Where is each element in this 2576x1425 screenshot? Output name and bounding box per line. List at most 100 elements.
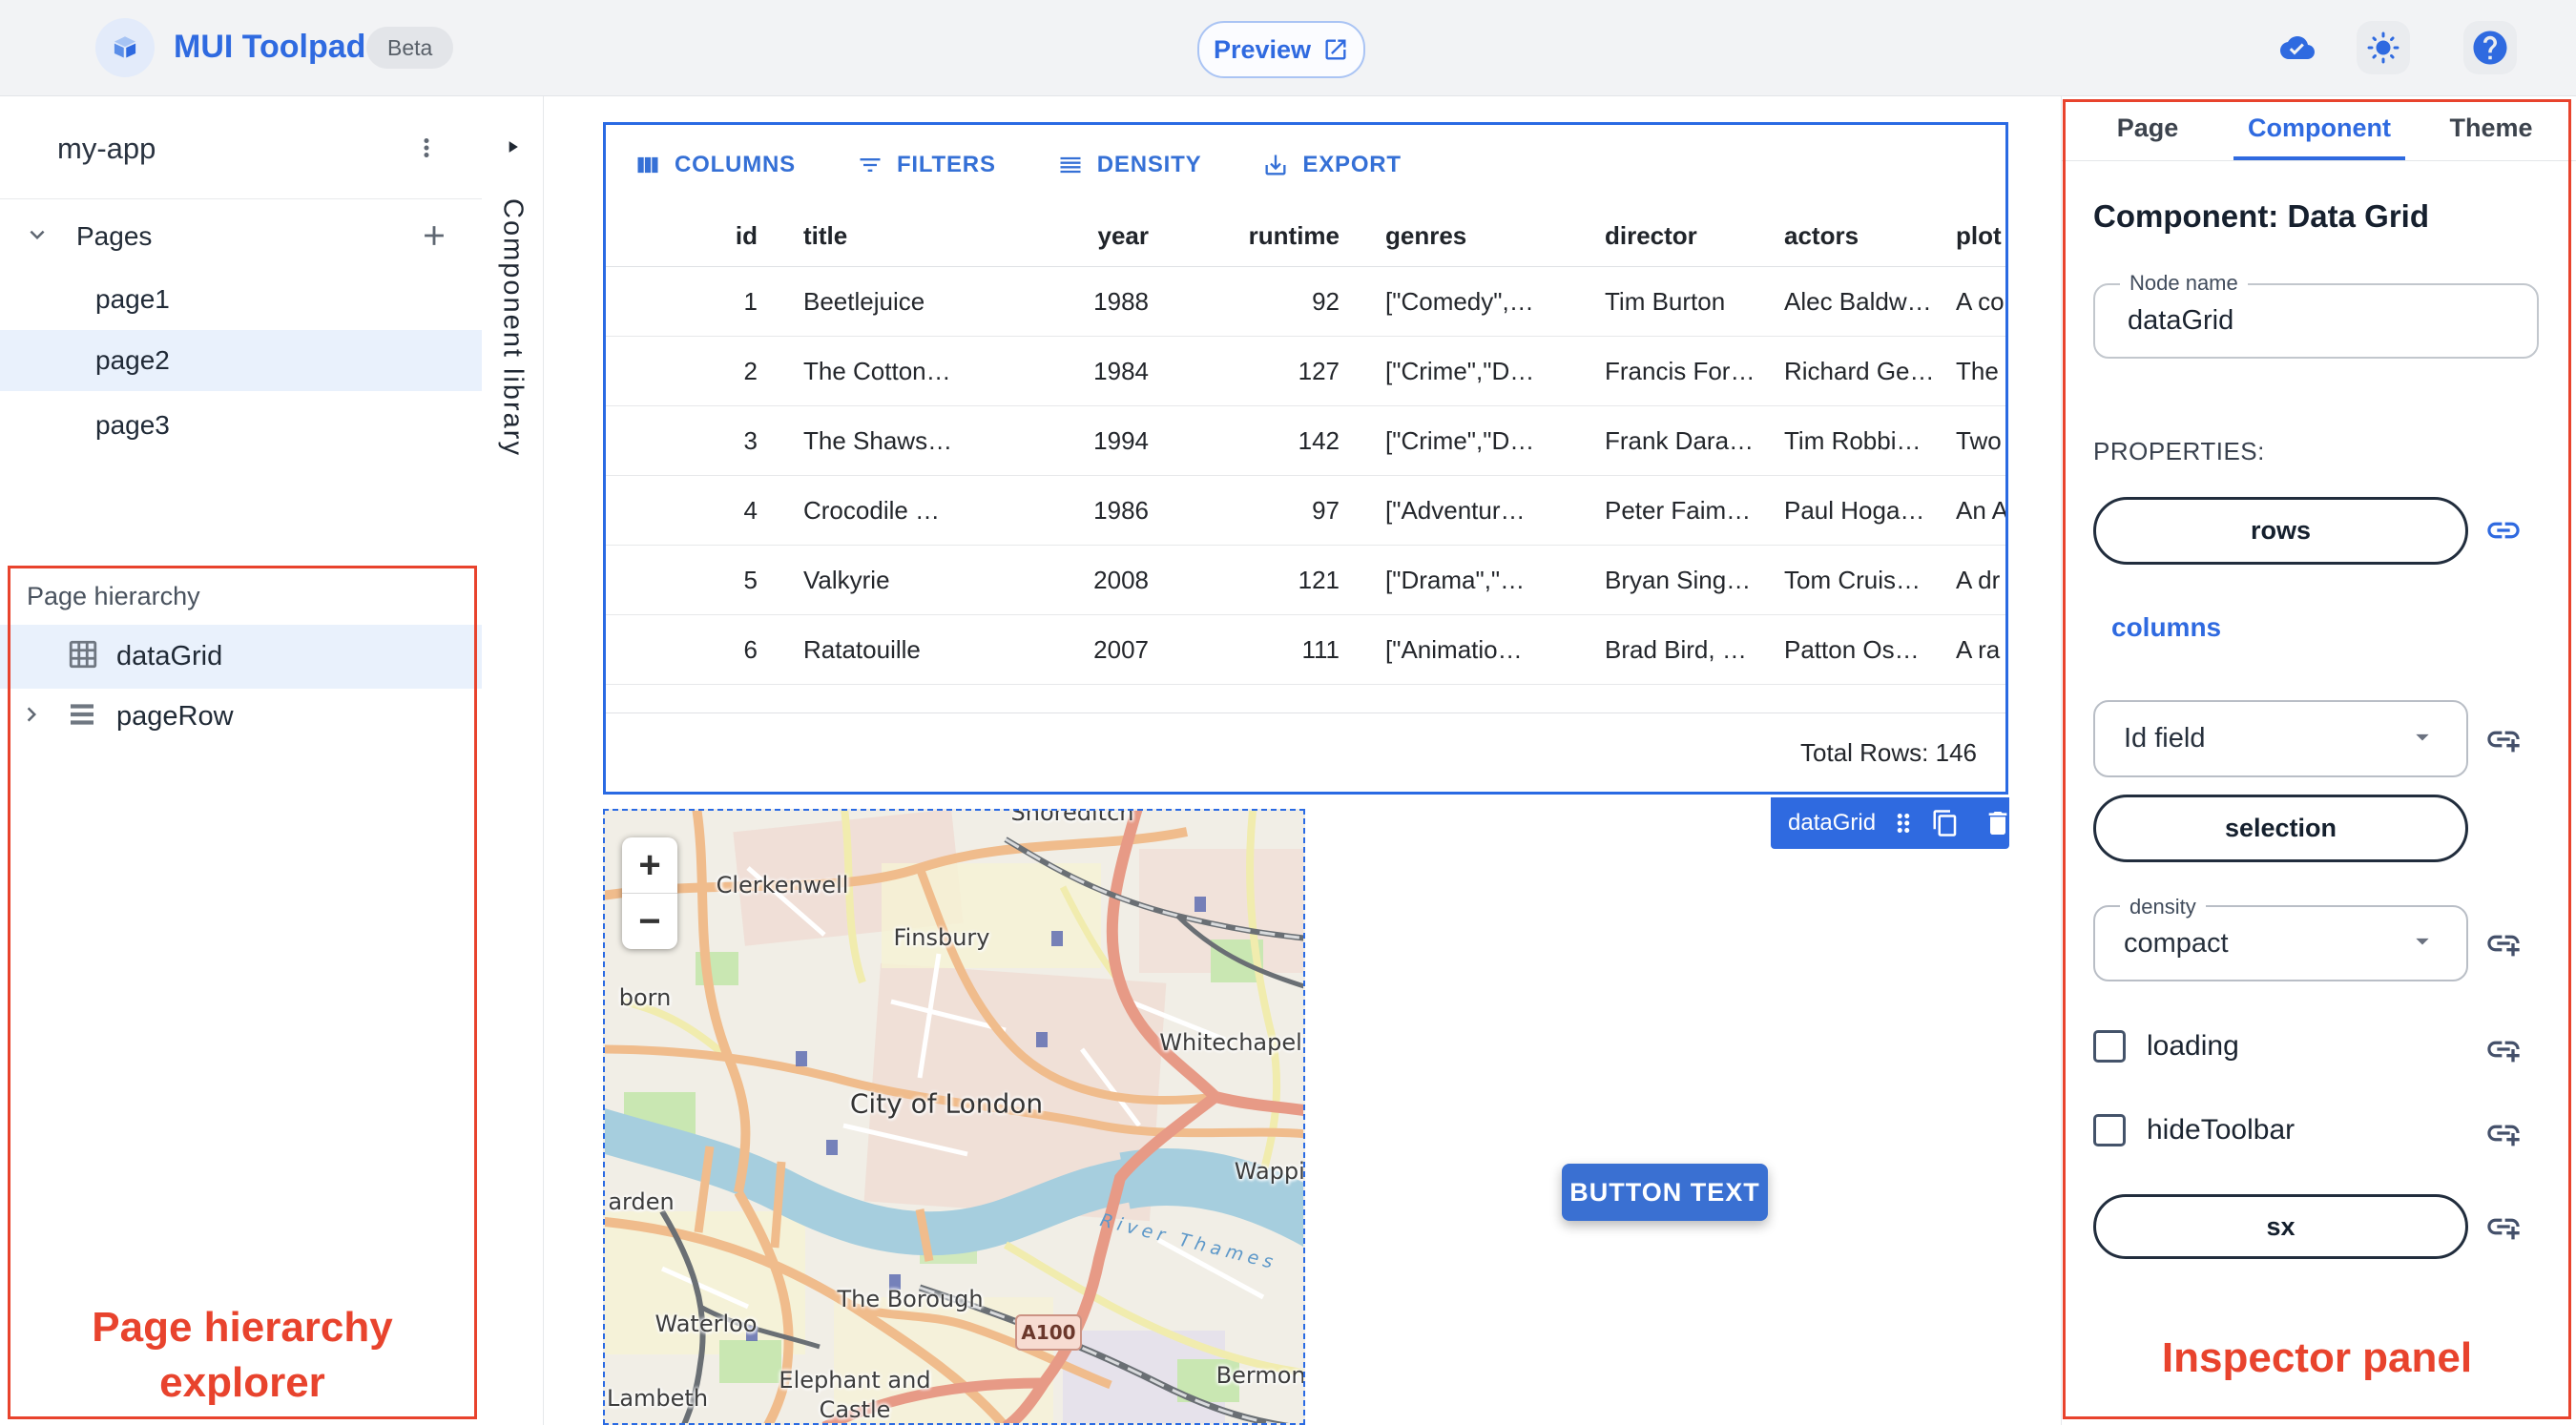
loading-label: loading	[2147, 1030, 2239, 1062]
prop-idfield-binding-button[interactable]	[2483, 718, 2524, 760]
prop-rows-binding-button[interactable]	[2483, 509, 2524, 551]
map-label: City of London	[849, 1087, 1044, 1120]
sidebar-item-page3[interactable]: page3	[0, 395, 482, 456]
grid-cell: Patton Os…	[1784, 634, 1920, 664]
zoom-in-button[interactable]: +	[622, 837, 677, 893]
chevron-right-icon[interactable]	[17, 700, 46, 733]
prop-sx-button[interactable]: sx	[2093, 1194, 2468, 1259]
density-button[interactable]: DENSITY	[1057, 152, 1202, 178]
grid-toolbar: COLUMNS FILTERS DENSITY EXPORT	[606, 125, 2005, 205]
grid-header-cell[interactable]: year	[1038, 221, 1172, 251]
dropdown-caret-icon	[2407, 926, 2438, 961]
chevron-down-icon[interactable]	[23, 220, 52, 254]
delete-button[interactable]	[1983, 808, 2013, 838]
app-menu-button[interactable]	[412, 134, 441, 167]
hierarchy-item-datagrid[interactable]: dataGrid	[0, 625, 482, 689]
table-row[interactable]: 3 The Shaws… 1994 142 ["Crime","D… Frank Dara…	[606, 406, 2005, 476]
grid-cell: 1994	[1093, 425, 1149, 455]
pages-section-header[interactable]: Pages	[0, 208, 482, 263]
pages-header-label: Pages	[76, 221, 153, 251]
tab-page[interactable]: Page	[2062, 95, 2233, 160]
table-row[interactable]: 4 Crocodile … 1986 97 ["Adventur… Peter Faim……	[606, 476, 2005, 546]
grid-cell: ["Comedy",…	[1385, 286, 1534, 316]
canvas-button-component[interactable]: BUTTON TEXT	[1562, 1164, 1768, 1221]
prop-columns-link[interactable]: columns	[2111, 612, 2221, 643]
prop-rows-button[interactable]: rows	[2093, 497, 2468, 565]
prop-hidetoolbar-binding-button[interactable]	[2483, 1112, 2524, 1154]
grid-cell: 1986	[1093, 495, 1149, 525]
tab-theme[interactable]: Theme	[2405, 95, 2576, 160]
map-label: Clerkenwell	[716, 872, 849, 898]
hierarchy-item-pagerow[interactable]: pageRow	[0, 689, 482, 744]
sidebar-item-page1[interactable]: page1	[0, 269, 482, 330]
prop-hidetoolbar-checkbox-row[interactable]: hideToolbar	[2093, 1114, 2295, 1146]
columns-button[interactable]: COLUMNS	[634, 152, 796, 178]
view-column-icon	[637, 156, 658, 174]
selection-chip[interactable]: dataGrid	[1771, 797, 2009, 849]
checkbox-unchecked-icon[interactable]	[2093, 1030, 2126, 1063]
node-name-field[interactable]: Node name dataGrid	[2093, 271, 2539, 359]
download-icon	[1265, 155, 1286, 176]
divider	[0, 198, 482, 199]
table-row[interactable]: 5 Valkyrie 2008 121 ["Drama","… Bryan Sing… To…	[606, 546, 2005, 615]
add-link-icon	[2487, 1218, 2520, 1240]
prop-sx-binding-button[interactable]	[2483, 1206, 2524, 1248]
table-row[interactable]: 2 The Cotton… 1984 127 ["Crime","D… Francis F…	[606, 337, 2005, 406]
grid-cell: ["Crime","D…	[1385, 356, 1535, 385]
prop-density-binding-button[interactable]	[2483, 922, 2524, 964]
grid-cell: Brad Bird, …	[1605, 634, 1747, 664]
grid-cell: Peter Faim…	[1605, 495, 1752, 525]
map-label: arden	[608, 1188, 675, 1215]
map-component[interactable]: Shoreditch Clerkenwell Finsbury born Whitech…	[603, 809, 1305, 1425]
duplicate-button[interactable]	[1931, 809, 1960, 837]
grid-header-cell[interactable]: id	[606, 221, 780, 251]
toolbar-button-label: EXPORT	[1302, 152, 1402, 177]
toolpad-logo-icon	[95, 18, 155, 77]
road-ref-badge: A100	[1015, 1314, 1082, 1351]
datagrid-component[interactable]: COLUMNS FILTERS DENSITY EXPORT id title ye…	[603, 122, 2008, 795]
checkbox-unchecked-icon[interactable]	[2093, 1114, 2126, 1146]
arrow-right-icon[interactable]	[503, 137, 522, 156]
grid-cell: Valkyrie	[803, 565, 890, 594]
grid-cell: 2	[743, 356, 758, 385]
theme-toggle-button[interactable]	[2357, 21, 2410, 74]
grid-cell: ["Adventur…	[1385, 495, 1526, 525]
grid-header-cell[interactable]: director	[1582, 221, 1761, 251]
zoom-out-button[interactable]: −	[622, 894, 677, 949]
grid-header-cell[interactable]: actors	[1761, 221, 1933, 251]
component-library-label: Component library	[497, 198, 529, 457]
density-icon	[1060, 156, 1081, 174]
grid-cell: The	[1956, 356, 1999, 385]
prop-loading-checkbox-row[interactable]: loading	[2093, 1030, 2239, 1063]
grid-body: 1 Beetlejuice 1988 92 ["Comedy",… Tim Burton A…	[606, 267, 2005, 685]
active-tab-indicator	[2233, 156, 2405, 160]
filter-list-icon	[860, 158, 881, 172]
table-row[interactable]: 1 Beetlejuice 1988 92 ["Comedy",… Tim Burton A…	[606, 267, 2005, 337]
sidebar-item-page2[interactable]: page2	[0, 330, 482, 391]
hierarchy-item-label: pageRow	[116, 700, 234, 732]
map-label: Lambeth	[606, 1385, 709, 1412]
add-link-icon	[2487, 731, 2520, 753]
grid-header-cell[interactable]: plot	[1933, 221, 2005, 251]
table-row[interactable]: 6 Ratatouille 2007 111 ["Animatio… Brad Bird,…	[606, 615, 2005, 685]
prop-selection-button[interactable]: selection	[2093, 795, 2468, 862]
grid-cell: 1984	[1093, 356, 1149, 385]
filters-button[interactable]: FILTERS	[857, 152, 996, 178]
map-label: Finsbury	[893, 924, 990, 951]
prop-density-select[interactable]: density compact	[2093, 895, 2468, 981]
component-library-panel[interactable]: Component library	[482, 95, 544, 1425]
prop-loading-binding-button[interactable]	[2483, 1028, 2524, 1070]
drag-handle-icon[interactable]	[1889, 809, 1918, 837]
page-item-label: page1	[95, 284, 170, 314]
tab-component[interactable]: Component	[2233, 95, 2405, 160]
add-page-button[interactable]	[418, 219, 450, 257]
export-button[interactable]: EXPORT	[1262, 152, 1401, 178]
grid-header-cell[interactable]: runtime	[1172, 221, 1362, 251]
prop-idfield-select[interactable]: Id field	[2093, 700, 2468, 777]
grid-cell: Alec Baldw…	[1784, 286, 1932, 316]
help-button[interactable]	[2463, 21, 2517, 74]
selection-chip-label: dataGrid	[1788, 810, 1877, 836]
grid-header-cell[interactable]: genres	[1362, 221, 1582, 251]
preview-button[interactable]: Preview	[1197, 21, 1365, 78]
grid-header-cell[interactable]: title	[780, 221, 1038, 251]
